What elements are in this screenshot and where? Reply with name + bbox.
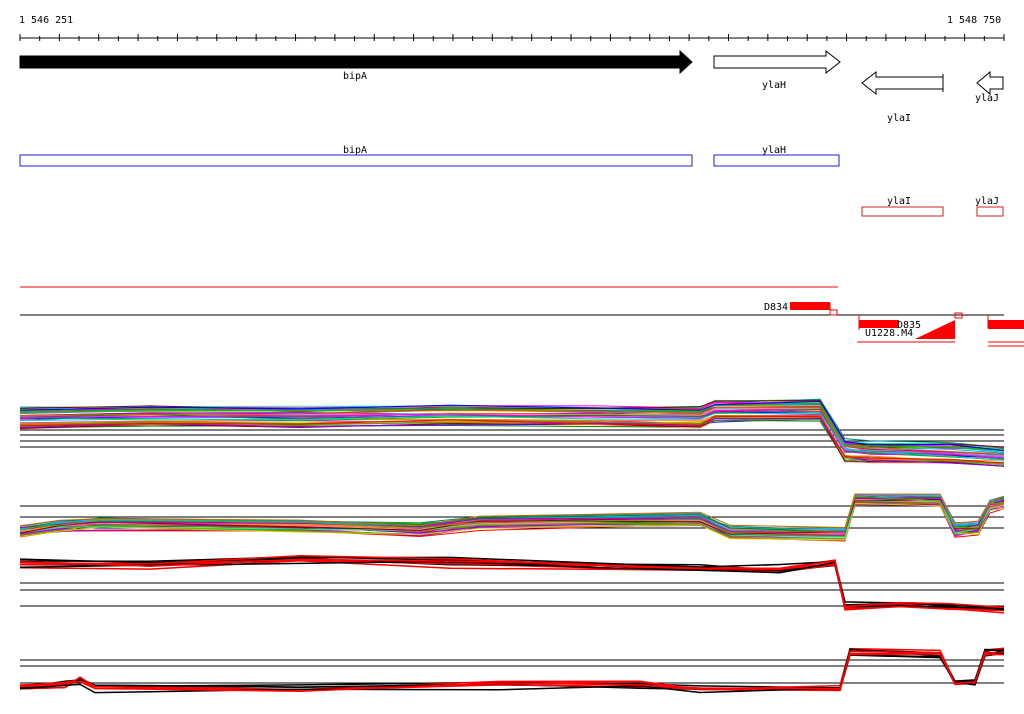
signal-block-right[interactable]: [988, 320, 1024, 329]
gene-label-ylaj: ylaJ: [975, 93, 999, 104]
reverse-feature-track: ylaI ylaJ: [861, 196, 1004, 217]
gene-label-bipa: bipA: [343, 71, 367, 82]
signal-block-d835[interactable]: [859, 320, 899, 328]
feature-box-ylai[interactable]: [861, 206, 944, 217]
coordinate-ruler: 1 546 251 1 548 750: [19, 15, 1005, 41]
profile-line: [19, 650, 1005, 692]
signal-connector-d834: [829, 303, 838, 315]
signal-label-d834: D834: [764, 302, 788, 313]
gene-arrow-ylai[interactable]: [861, 70, 944, 96]
gene-label-ylai: ylaI: [887, 113, 911, 124]
gene-arrow-bipa[interactable]: [19, 49, 693, 75]
feature-box-bipa[interactable]: [19, 154, 693, 167]
signal-label-u1228: U1228.M4: [865, 328, 913, 339]
ruler-end-label: 1 548 750: [947, 15, 1001, 26]
signal-block-d834[interactable]: [790, 302, 830, 310]
signal-small-box: [829, 309, 838, 316]
expression-track-4: [19, 647, 1005, 694]
profile-line: [19, 649, 1005, 691]
genome-browser-canvas: 1 546 251 1 548 750 bipA ylaH ylaI ylaJ …: [19, 15, 1024, 694]
feature-label-ylah: ylaH: [762, 145, 786, 156]
gene-label-ylah: ylaH: [762, 80, 786, 91]
expression-track-1: [19, 398, 1005, 467]
feature-label-bipa: bipA: [343, 145, 367, 156]
forward-feature-track: bipA ylaH: [19, 145, 840, 167]
expression-track-2: [19, 493, 1005, 542]
signal-track: D834 D835 U1228.M4: [20, 286, 1024, 347]
feature-label-ylai: ylaI: [887, 196, 911, 207]
feature-box-ylaj[interactable]: [976, 206, 1004, 217]
gene-arrow-ylaj[interactable]: [976, 70, 1004, 96]
ruler-start-label: 1 546 251: [19, 15, 73, 26]
gene-track: bipA ylaH ylaI ylaJ: [19, 49, 1004, 124]
gene-arrow-ylah[interactable]: [713, 49, 841, 75]
expression-track-3: [19, 554, 1005, 614]
feature-label-ylaj: ylaJ: [975, 196, 999, 207]
feature-box-ylah[interactable]: [713, 154, 840, 167]
